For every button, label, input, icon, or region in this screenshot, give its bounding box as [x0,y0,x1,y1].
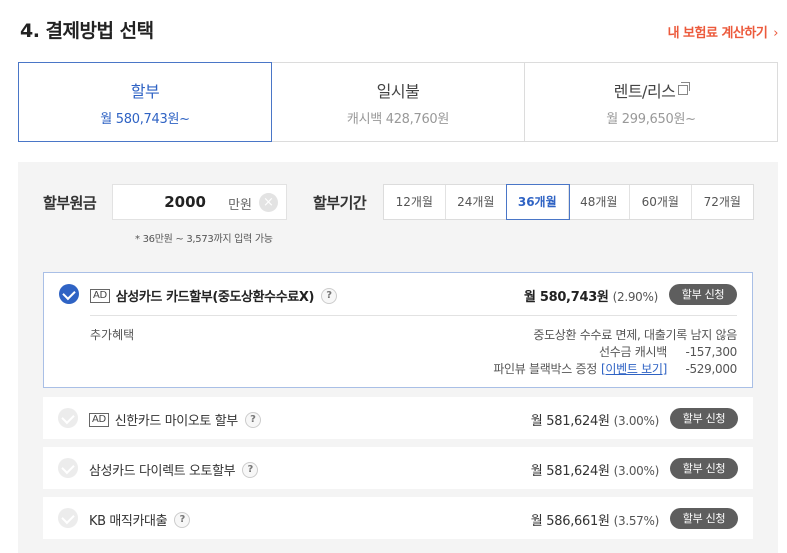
ad-badge: AD [90,288,110,303]
check-circle-icon[interactable] [58,458,78,478]
benefit-line: 파인뷰 블랙박스 증정 [이벤트 보기] -529,000 [493,360,737,377]
tab-sub: 월 580,743원~ [100,111,190,127]
card-name: 삼성카드 다이렉트 오토할부 ? [89,460,259,479]
benefit-amount: -157,300 [685,345,737,359]
check-circle-icon[interactable] [59,284,79,304]
check-circle-icon[interactable] [58,408,78,428]
card-main-row: KB 매직카대출 ? 월 586,661원 (3.57%) 할부 신청 [43,497,753,539]
divider [90,315,737,316]
period-option-36[interactable]: 36개월 [506,184,570,220]
benefit-line: 선수금 캐시백 -157,300 [493,343,737,360]
ad-badge: AD [89,412,109,427]
apply-button[interactable]: 할부 신청 [670,508,738,529]
card-price: 월 586,661원 (3.57%) [530,510,660,529]
calc-link-label: 내 보험료 계산하기 [667,26,768,41]
benefit-line: 중도상환 수수료 면제, 대출기록 남지 않음 [533,328,737,342]
section-header: 4. 결제방법 선택 내 보험료 계산하기 › [20,14,780,44]
apply-button[interactable]: 할부 신청 [670,408,738,429]
period-option-24[interactable]: 24개월 [446,185,507,219]
benefit-label: 추가혜택 [90,328,135,342]
monthly-payment: 월 586,661원 [530,514,610,529]
chevron-right-icon: › [773,26,778,41]
tab-lump-sum[interactable]: 일시불 캐시백 428,760원 [272,63,525,141]
tab-name: 일시불 [376,81,420,101]
card-name: AD 신한카드 마이오토 할부 ? [89,410,261,429]
monthly-payment: 월 581,624원 [530,414,610,429]
loan-option-card[interactable]: AD 신한카드 마이오토 할부 ? 월 581,624원 (3.00%) 할부 신… [43,397,753,439]
benefit-line-label: 선수금 캐시백 [599,345,667,359]
card-main-row: AD 삼성카드 카드할부(중도상환수수료X) ? 월 580,743원 (2.90… [44,273,752,315]
check-circle-icon[interactable] [58,508,78,528]
loan-option-card[interactable]: AD 삼성카드 카드할부(중도상환수수료X) ? 월 580,743원 (2.90… [43,272,753,388]
period-label: 할부기간 [313,194,367,212]
tab-sub: 월 299,650원~ [606,111,696,127]
monthly-payment: 월 581,624원 [530,464,610,479]
calc-insurance-link[interactable]: 내 보험료 계산하기 › [667,22,779,41]
apply-button[interactable]: 할부 신청 [669,284,737,305]
card-price: 월 581,624원 (3.00%) [530,460,660,479]
card-name: AD 삼성카드 카드할부(중도상환수수료X) ? [90,286,337,305]
interest-rate: (2.90%) [612,290,659,304]
card-name-text: 신한카드 마이오토 할부 [114,414,238,429]
clear-icon[interactable]: × [259,193,278,212]
help-icon[interactable]: ? [244,411,261,428]
external-link-icon [678,81,691,95]
installment-panel: 할부원금 2000 만원 × * 36만원 ~ 3,573까지 입력 가능 할부… [18,162,778,553]
benefit-lines: 중도상환 수수료 면제, 대출기록 남지 않음 선수금 캐시백 -157,300 … [493,326,737,377]
card-price: 월 581,624원 (3.00%) [530,410,660,429]
event-link[interactable]: [이벤트 보기] [601,362,667,376]
card-name-text: 삼성카드 다이렉트 오토할부 [89,464,236,479]
payment-method-tabs: 할부 월 580,743원~ 일시불 캐시백 428,760원 렌트/리스 월 … [18,62,778,142]
period-option-48[interactable]: 48개월 [569,185,630,219]
loan-option-card[interactable]: 삼성카드 다이렉트 오토할부 ? 월 581,624원 (3.00%) 할부 신청 [43,447,753,489]
tab-sub: 캐시백 428,760원 [346,111,450,127]
period-option-12[interactable]: 12개월 [384,185,446,219]
benefit-line-label: 파인뷰 블랙박스 증정 [493,362,598,376]
interest-rate: (3.57%) [613,514,660,528]
amount-hint: * 36만원 ~ 3,573까지 입력 가능 [135,234,273,245]
tab-rent-lease[interactable]: 렌트/리스 월 299,650원~ [525,63,777,141]
amount-unit: 만원 [228,198,252,213]
card-price: 월 580,743원 (2.90%) [524,286,658,305]
loan-option-card[interactable]: KB 매직카대출 ? 월 586,661원 (3.57%) 할부 신청 [43,497,753,539]
period-option-60[interactable]: 60개월 [630,185,692,219]
amount-input[interactable]: 2000 만원 × [112,184,287,220]
monthly-payment: 월 580,743원 [523,290,609,305]
benefit-amount: -529,000 [685,362,737,376]
help-icon[interactable]: ? [242,461,259,478]
tab-name-text: 렌트/리스 [613,81,676,101]
tab-installment[interactable]: 할부 월 580,743원~ [18,62,272,142]
card-name-text: 삼성카드 카드할부(중도상환수수료X) [115,290,315,305]
tab-name: 렌트/리스 [613,78,691,102]
card-main-row: AD 신한카드 마이오토 할부 ? 월 581,624원 (3.00%) 할부 신… [43,397,753,439]
card-main-row: 삼성카드 다이렉트 오토할부 ? 월 581,624원 (3.00%) 할부 신청 [43,447,753,489]
help-icon[interactable]: ? [174,511,191,528]
interest-rate: (3.00%) [613,414,660,428]
help-icon[interactable]: ? [320,287,337,304]
period-selector: 12개월 24개월 36개월 48개월 60개월 72개월 [383,184,754,220]
period-option-72[interactable]: 72개월 [692,185,754,219]
amount-label: 할부원금 [43,194,97,212]
card-name-text: KB 매직카대출 [89,514,168,529]
card-name: KB 매직카대출 ? [89,510,191,529]
amount-value: 2000 [164,193,206,211]
apply-button[interactable]: 할부 신청 [670,458,738,479]
interest-rate: (3.00%) [613,464,660,478]
tab-name: 할부 [130,81,160,101]
page-title: 4. 결제방법 선택 [20,20,154,42]
